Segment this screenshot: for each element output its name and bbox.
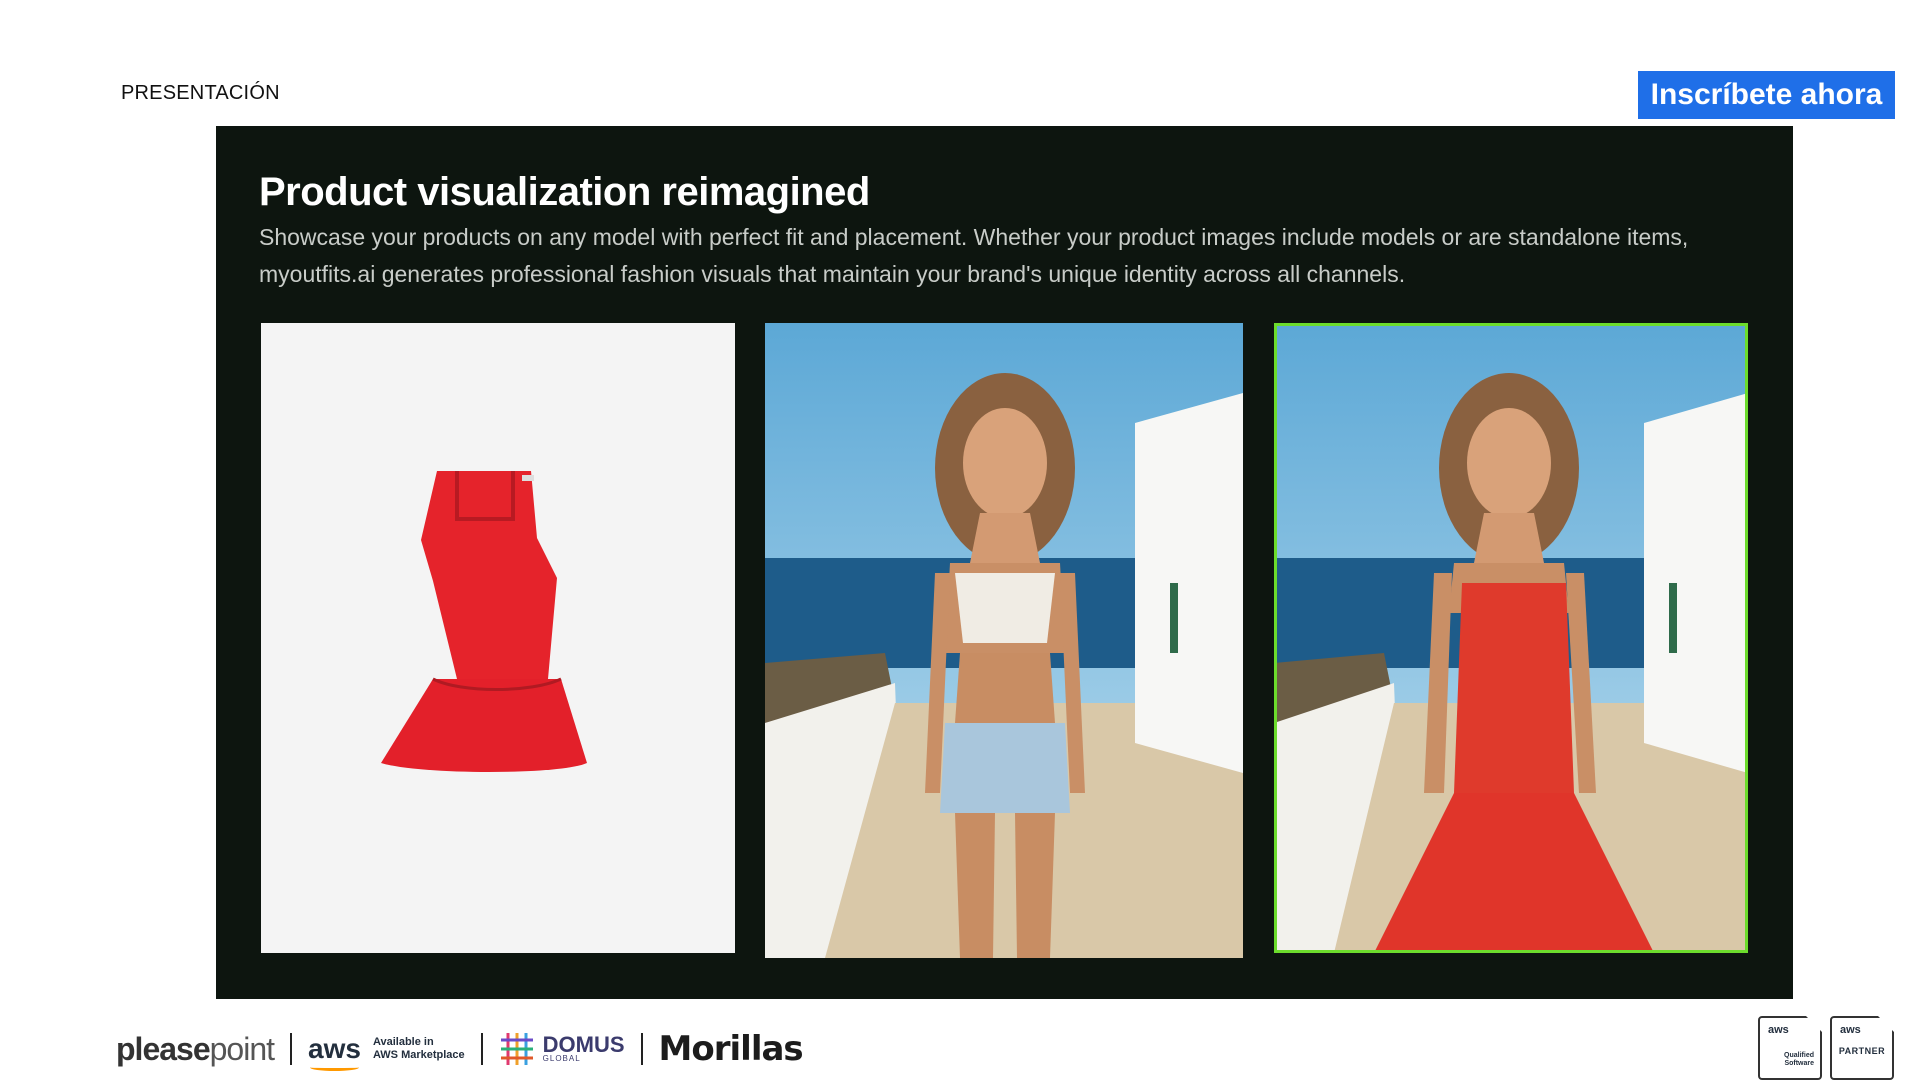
presentation-slide: Product visualization reimagined Showcas… xyxy=(216,126,1793,999)
product-image xyxy=(261,323,735,953)
aws-logo-word: aws xyxy=(308,1033,361,1071)
badge-qualified-text: Qualified Software xyxy=(1784,1052,1814,1068)
domus-text: DOMUS xyxy=(542,1031,625,1057)
badge-qualified-line1: Qualified xyxy=(1784,1052,1814,1059)
aws-sub-line2: AWS Marketplace xyxy=(372,1049,465,1061)
badge-aws-word: aws xyxy=(1768,1024,1789,1036)
pleasepoint-logo-bold: please xyxy=(116,1030,211,1067)
domus-global-logo: DOMUS GLOBAL xyxy=(499,1031,625,1067)
model-photo-red-dress xyxy=(1274,323,1748,953)
morillas-logo: Morillas xyxy=(658,1029,804,1069)
slide-title: Product visualization reimagined xyxy=(259,170,870,214)
domus-grid-icon xyxy=(500,1033,533,1065)
aws-sub-line1: Available in xyxy=(372,1036,434,1048)
aws-partner-badge: aws PARTNER xyxy=(1830,1016,1894,1080)
divider xyxy=(640,1033,643,1065)
badge-aws-word: aws xyxy=(1840,1024,1861,1036)
badge-qualified-line2: Software xyxy=(1784,1060,1814,1067)
red-dress-image xyxy=(261,323,735,953)
aws-marketplace-logo: aws Available in AWS Marketplace xyxy=(308,1033,465,1071)
partner-logos: pleasepoint aws Available in AWS Marketp… xyxy=(116,1025,804,1073)
section-label: PRESENTACIÓN xyxy=(121,82,280,104)
model-original-image xyxy=(765,323,1243,958)
register-now-button[interactable]: Inscríbete ahora xyxy=(1638,71,1895,119)
model-photo xyxy=(765,323,1243,958)
badge-partner-text: PARTNER xyxy=(1838,1046,1886,1056)
aws-badges: aws Qualified Software aws PARTNER xyxy=(1758,1016,1894,1080)
model-result-image xyxy=(1274,323,1748,953)
divider xyxy=(480,1033,483,1065)
aws-qualified-software-badge: aws Qualified Software xyxy=(1758,1016,1822,1080)
slide-description: Showcase your products on any model with… xyxy=(259,224,1689,287)
pleasepoint-logo: pleasepoint xyxy=(116,1030,275,1068)
aws-marketplace-text: Available in AWS Marketplace xyxy=(373,1036,465,1062)
pleasepoint-logo-light: point xyxy=(209,1030,275,1067)
divider xyxy=(290,1033,293,1065)
